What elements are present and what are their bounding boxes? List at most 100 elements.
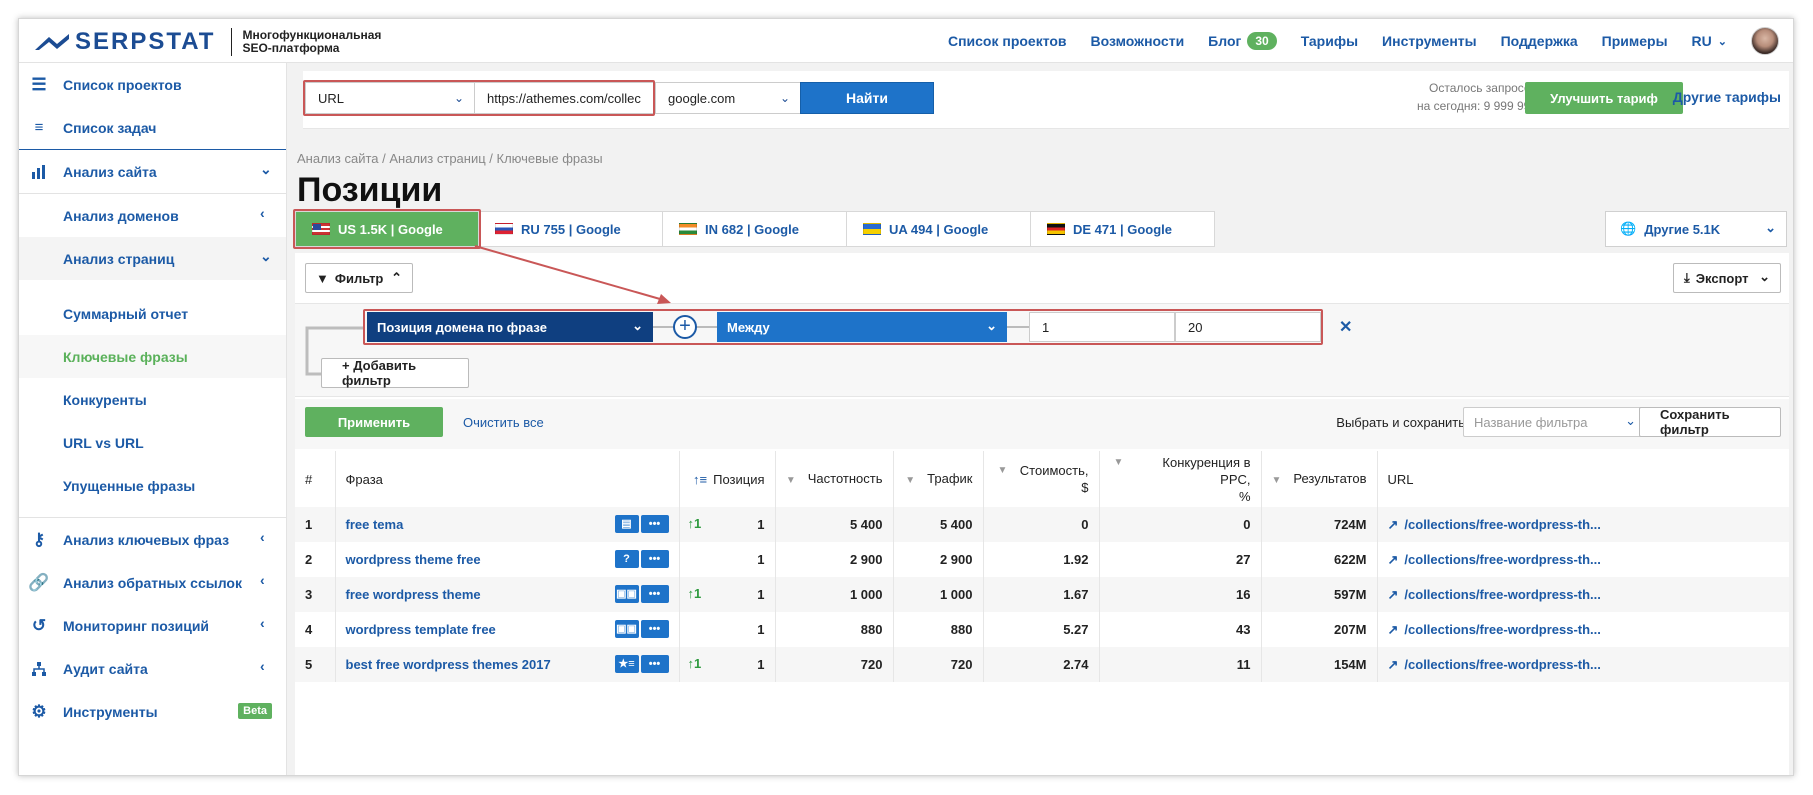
- nav-support[interactable]: Поддержка: [1501, 33, 1578, 49]
- logo[interactable]: SERPSTAT Многофункциональная SEO-платфор…: [35, 27, 381, 57]
- sidebar-item-label: Упущенные фразы: [63, 477, 196, 494]
- quota-info: Осталось запросов на сегодня: 9 999 996: [1417, 79, 1537, 115]
- nav-tools[interactable]: Инструменты: [1382, 33, 1477, 49]
- chat-icon[interactable]: ▤: [614, 515, 639, 533]
- col-traffic[interactable]: ▼ Трафик: [892, 451, 983, 507]
- logo-tagline: Многофункциональная SEO-платформа: [242, 29, 381, 55]
- more-icon[interactable]: •••: [640, 515, 669, 533]
- search-button[interactable]: Найти: [800, 82, 934, 114]
- url-cell[interactable]: ↗ /collections/free-wordpress-th...: [1376, 647, 1789, 682]
- col-phrase[interactable]: Фраза: [334, 451, 679, 507]
- url-link[interactable]: /collections/free-wordpress-th...: [1404, 587, 1601, 602]
- tab-ru[interactable]: RU 755 | Google: [479, 211, 663, 247]
- help-icon[interactable]: ?: [614, 550, 639, 568]
- url-link[interactable]: /collections/free-wordpress-th...: [1404, 622, 1601, 637]
- col-volume[interactable]: ▼ Частотность: [774, 451, 893, 507]
- position-value: 1: [757, 552, 765, 567]
- sidebar-item-label: Конкуренты: [63, 391, 147, 408]
- nav-features[interactable]: Возможности: [1091, 33, 1185, 49]
- language-selector[interactable]: RU ⌄: [1692, 33, 1727, 49]
- sidebar-item-keywords[interactable]: Ключевые фразы: [19, 335, 286, 378]
- add-filter-button[interactable]: + Добавить фильтр: [321, 358, 469, 388]
- ppc-cell: 43: [1098, 612, 1261, 647]
- more-icon[interactable]: •••: [640, 620, 669, 638]
- nav-examples[interactable]: Примеры: [1602, 33, 1668, 49]
- menu-icon: ☰: [31, 74, 47, 94]
- url-link[interactable]: /collections/free-wordpress-th...: [1404, 657, 1601, 672]
- sidebar-item-summary[interactable]: Суммарный отчет: [19, 292, 286, 335]
- col-cost[interactable]: ▼ Стоимость, $: [982, 451, 1099, 507]
- other-plans-link[interactable]: Другие тарифы: [1673, 89, 1781, 105]
- results-panel: ▼ Фильтр ⌃ ⤓ Экспорт ⌄ Позиция домена по фра…: [295, 253, 1789, 775]
- upgrade-button[interactable]: Улучшить тариф: [1525, 82, 1683, 114]
- phrase-link[interactable]: wordpress template free: [346, 622, 496, 637]
- sidebar-item-backlinks[interactable]: 🔗 Анализ обратных ссылок ‹: [19, 561, 286, 604]
- export-button[interactable]: ⤓ Экспорт ⌄: [1673, 263, 1781, 293]
- nav-pricing[interactable]: Тарифы: [1301, 33, 1358, 49]
- cards-icon[interactable]: ▣▣: [614, 585, 639, 603]
- avatar[interactable]: [1751, 27, 1779, 55]
- phrase-link[interactable]: free wordpress theme: [346, 587, 481, 602]
- more-icon[interactable]: •••: [640, 550, 669, 568]
- url-link[interactable]: /collections/free-wordpress-th...: [1404, 517, 1601, 532]
- col-url[interactable]: URL: [1376, 451, 1789, 507]
- tab-ua[interactable]: UA 494 | Google: [847, 211, 1031, 247]
- nav-blog[interactable]: Блог 30: [1208, 32, 1277, 50]
- sidebar-item-tasks[interactable]: ≡ Список задач: [19, 106, 286, 149]
- clear-all-link[interactable]: Очистить все: [463, 415, 544, 430]
- url-cell[interactable]: ↗ /collections/free-wordpress-th...: [1376, 542, 1789, 577]
- col-results[interactable]: ▼ Результатов: [1260, 451, 1377, 507]
- sidebar-item-label: Мониторинг позиций: [63, 617, 210, 634]
- sidebar-item-competitors[interactable]: Конкуренты: [19, 378, 286, 421]
- col-results-label: Результатов: [1293, 470, 1367, 486]
- sidebar-item-rank-tracking[interactable]: ↺ Мониторинг позиций ‹: [19, 604, 286, 647]
- col-position[interactable]: ↑≡ Позиция: [678, 451, 775, 507]
- cards-icon[interactable]: ▣▣: [614, 620, 639, 638]
- cost-cell: 1.92: [982, 542, 1099, 577]
- chevron-up-icon: ⌃: [391, 270, 402, 285]
- phrase-link[interactable]: best free wordpress themes 2017: [346, 657, 551, 672]
- breadcrumb[interactable]: Анализ сайта / Анализ страниц / Ключевые…: [297, 151, 603, 166]
- tab-de[interactable]: DE 471 | Google: [1031, 211, 1215, 247]
- url-cell[interactable]: ↗ /collections/free-wordpress-th...: [1376, 507, 1789, 542]
- nav-projects[interactable]: Список проектов: [948, 33, 1067, 49]
- url-link[interactable]: /collections/free-wordpress-th...: [1404, 552, 1601, 567]
- filter-toggle-button[interactable]: ▼ Фильтр ⌃: [305, 263, 413, 293]
- save-filter-button[interactable]: Сохранить фильтр: [1639, 407, 1781, 437]
- featured-snippet-icon[interactable]: ★≡: [614, 655, 639, 673]
- col-num: #: [305, 471, 313, 487]
- choose-save-label: Выбрать и сохранить: [1336, 415, 1465, 430]
- results-cell: 724M: [1260, 507, 1377, 542]
- main-content: URL ⌄ https://athemes.com/collec google.c…: [293, 63, 1793, 775]
- sidebar-item-domain-analysis[interactable]: Анализ доменов ‹: [19, 194, 286, 237]
- table-header-row: # Фраза ↑≡ Позиция ▼ Частотность ▼ Трафик ▼…: [295, 451, 1789, 507]
- search-engine-select[interactable]: google.com ⌄: [655, 82, 801, 114]
- url-cell[interactable]: ↗ /collections/free-wordpress-th...: [1376, 577, 1789, 612]
- sidebar-item-label: Анализ сайта: [63, 163, 157, 180]
- sidebar-item-site-analysis[interactable]: Анализ сайта ⌄: [19, 150, 286, 193]
- sidebar-item-audit[interactable]: Аудит сайта ‹: [19, 647, 286, 690]
- col-ppc[interactable]: ▼ Конкуренция в PPC,%: [1098, 451, 1261, 507]
- tab-in[interactable]: IN 682 | Google: [663, 211, 847, 247]
- traffic-cell: 1 000: [892, 577, 983, 612]
- sidebar-item-missed[interactable]: Упущенные фразы: [19, 464, 286, 507]
- phrase-link[interactable]: wordpress theme free: [346, 552, 481, 567]
- table-row: 2 wordpress theme free? ••• 1 2 900 2 900 1.92…: [295, 542, 1789, 577]
- sidebar-item-page-analysis[interactable]: Анализ страниц ⌄: [19, 237, 286, 280]
- sidebar-item-tools[interactable]: ⚙ Инструменты Beta: [19, 690, 286, 733]
- url-cell[interactable]: ↗ /collections/free-wordpress-th...: [1376, 612, 1789, 647]
- filter-button-label: Фильтр: [334, 270, 384, 286]
- filter-name-select[interactable]: Название фильтра ⌄: [1463, 407, 1647, 437]
- phrase-link[interactable]: free tema: [346, 517, 404, 532]
- sidebar-item-projects[interactable]: ☰ Список проектов: [19, 63, 286, 106]
- chevron-down-icon: ⌄: [1717, 35, 1727, 48]
- position-value: 1: [757, 622, 765, 637]
- close-icon[interactable]: ✕: [1339, 317, 1352, 337]
- other-databases-select[interactable]: 🌐 Другие 5.1K ⌄: [1605, 211, 1787, 247]
- more-icon[interactable]: •••: [640, 655, 669, 673]
- filter-icon: ▼: [316, 270, 329, 286]
- apply-button[interactable]: Применить: [305, 407, 443, 437]
- sidebar-item-keyword-analysis[interactable]: ⚷ Анализ ключевых фраз ‹: [19, 518, 286, 561]
- sidebar-item-url-vs-url[interactable]: URL vs URL: [19, 421, 286, 464]
- more-icon[interactable]: •••: [640, 585, 669, 603]
